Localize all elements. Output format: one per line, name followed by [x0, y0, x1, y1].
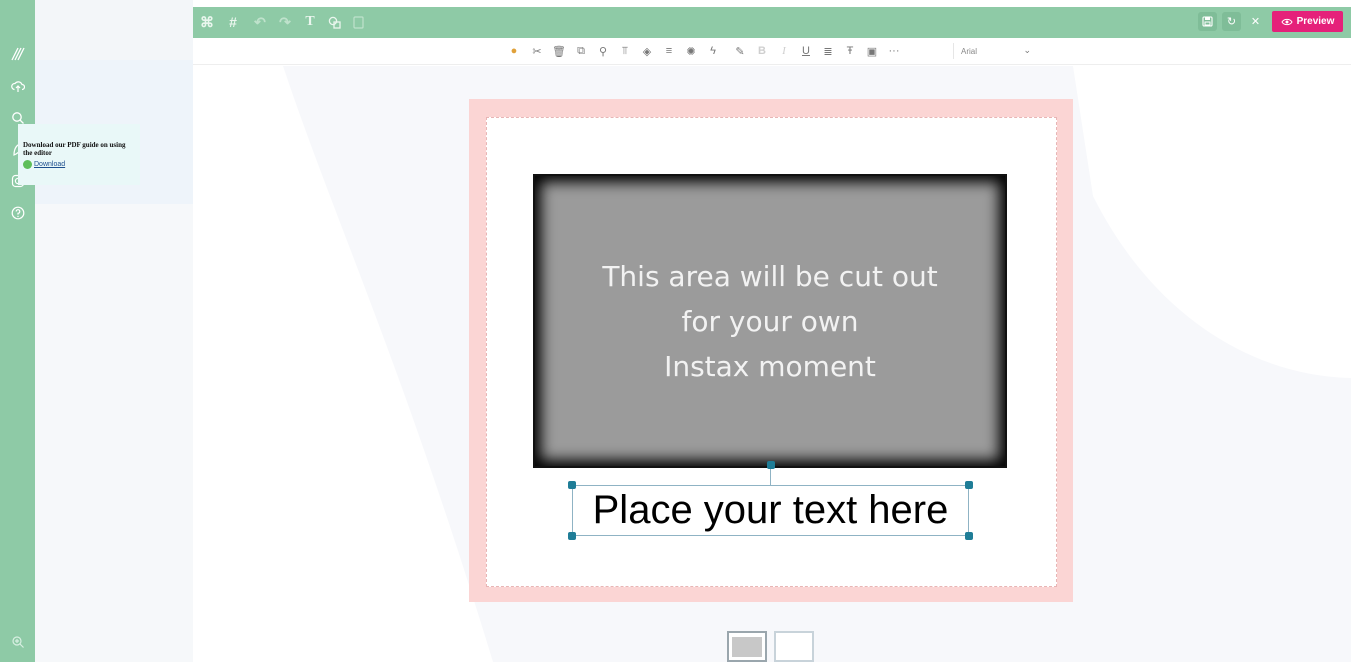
guide-text: Download our PDF guide on using the edit… [23, 141, 126, 157]
chevron-down-icon: ⌄ [1023, 45, 1031, 55]
pattern-icon[interactable] [8, 44, 28, 64]
undo-icon[interactable]: ↶ [252, 14, 268, 30]
grid-icon[interactable]: # [225, 14, 241, 30]
upload-cloud-icon[interactable] [8, 76, 28, 96]
align-icon[interactable]: ≡ [662, 44, 676, 58]
text-icon[interactable]: T [302, 14, 318, 30]
left-rail [0, 0, 35, 662]
cutout-text: This area will be cut out for your own I… [602, 254, 937, 389]
top-bar: ⌘ # ↶ ↷ T ↻ ✕ Preview [193, 7, 1351, 38]
pen-icon[interactable]: ✎ [733, 44, 747, 58]
text-frame-icon[interactable]: ▣ [865, 44, 879, 58]
text-box-content[interactable]: Place your text here [593, 488, 949, 533]
resize-handle-bottom-left[interactable] [568, 532, 576, 540]
download-link[interactable]: Download [34, 161, 65, 168]
resize-handle-bottom-right[interactable] [965, 532, 973, 540]
preview-button[interactable]: Preview [1272, 11, 1343, 32]
page-icon[interactable] [350, 14, 366, 30]
download-row[interactable]: Download [23, 160, 135, 169]
guide-card: Download our PDF guide on using the edit… [18, 124, 140, 185]
format-toolbar: ● ✂ 🗑 ⧉ ⚲ ⫪ ◈ ≡ ✺ ϟ ✎ B I U ≣ Ŧ ▣ ··· Ar… [193, 38, 1351, 65]
cutout-area[interactable]: This area will be cut out for your own I… [533, 174, 1007, 468]
underline-icon[interactable]: U [799, 44, 813, 58]
resize-handle-top-left[interactable] [568, 481, 576, 489]
flash-icon[interactable]: ϟ [706, 44, 720, 58]
text-box[interactable]: Place your text here [572, 485, 969, 536]
select-all-icon[interactable]: ⌘ [199, 14, 215, 30]
cut-icon[interactable]: ✂ [530, 44, 544, 58]
cutout-line: This area will be cut out [602, 259, 938, 293]
more-icon[interactable]: ··· [887, 44, 901, 58]
rotate-handle[interactable] [767, 461, 775, 469]
effects-icon[interactable]: ✺ [684, 44, 698, 58]
resize-handle-top-right[interactable] [965, 481, 973, 489]
font-select-value: Arial [961, 46, 978, 56]
delete-icon[interactable]: 🗑 [552, 44, 566, 58]
align-top-icon[interactable]: ⫪ [618, 44, 632, 58]
preview-label: Preview [1296, 16, 1335, 27]
duplicate-icon[interactable]: ⧉ [574, 44, 588, 58]
text-align-icon[interactable]: ≣ [821, 44, 835, 58]
redo-icon[interactable]: ↷ [277, 14, 293, 30]
shapes-icon[interactable] [326, 14, 342, 30]
bold-icon[interactable]: B [755, 44, 769, 58]
save-icon[interactable] [1198, 12, 1217, 31]
layers-icon[interactable]: ◈ [640, 44, 654, 58]
help-icon[interactable] [8, 203, 28, 223]
close-icon[interactable]: ✕ [1246, 12, 1265, 31]
side-panel [35, 0, 193, 662]
cutout-line: Instax moment [664, 349, 876, 383]
fill-color-icon[interactable]: ● [507, 44, 521, 58]
page-thumbnail[interactable] [727, 631, 767, 662]
page-thumbnail[interactable] [774, 631, 814, 662]
font-select[interactable]: Arial ⌄ [953, 43, 1035, 59]
text-size-icon[interactable]: Ŧ [843, 44, 857, 58]
format-painter-icon[interactable]: ⚲ [596, 44, 610, 58]
side-panel-header [35, 0, 193, 60]
page-thumbnail-preview [732, 637, 762, 657]
download-icon [23, 160, 32, 169]
refresh-icon[interactable]: ↻ [1222, 12, 1241, 31]
italic-icon[interactable]: I [777, 44, 791, 58]
cutout-line: for your own [681, 304, 859, 338]
eye-icon [1281, 18, 1293, 25]
zoom-icon[interactable] [8, 632, 28, 652]
